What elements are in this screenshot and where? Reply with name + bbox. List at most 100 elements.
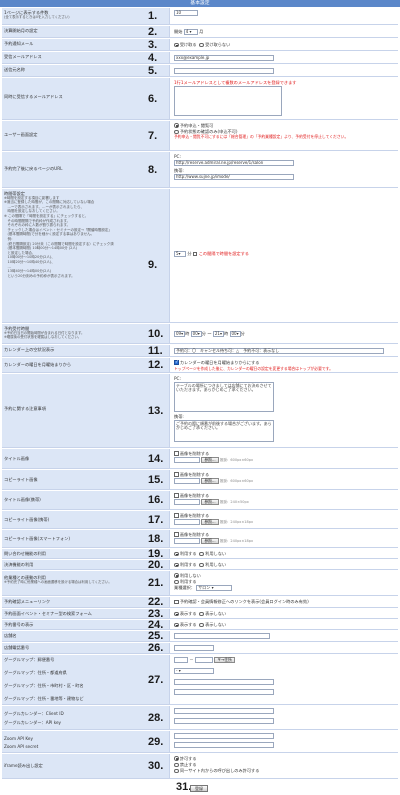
row-calendar-monday: カレンダーの曜日を月曜始まりから 12. カレンダーの曜日を月曜始まりからにする…: [2, 358, 398, 373]
google-api-key-input[interactable]: [174, 717, 274, 724]
shop-name-input[interactable]: [174, 633, 270, 639]
iframe-allow-radio[interactable]: [174, 756, 179, 761]
browse-button[interactable]: 参照...: [201, 456, 219, 463]
delete-title-image-mobile-checkbox[interactable]: [174, 493, 179, 498]
linkage-unuse-radio[interactable]: [174, 573, 179, 578]
to-minute-select[interactable]: 00▾: [229, 331, 241, 337]
annotation-number: 15.: [148, 473, 164, 486]
annotation-number: 27.: [148, 673, 164, 686]
row-notify-mail: 予約通知メール 3. 受け取る 受け取らない: [2, 39, 398, 51]
annotation-number: 1.: [148, 10, 158, 22]
search-form-show-radio[interactable]: [174, 611, 179, 617]
notice-pc-textarea[interactable]: テーブルの場所につきましては店舗にてお決めさせていただきます。あらかじめご了承く…: [174, 381, 274, 412]
row-inquiry: 問い合わせ機能の利用 19. 利用する 利用しない: [2, 548, 398, 560]
zip-second-input[interactable]: [194, 656, 213, 663]
annotation-number: 21.: [148, 577, 164, 589]
row-fiscal-start: 決算開始月の設定 2. 開始 4 ▾ 月: [2, 26, 398, 38]
zip-first-input[interactable]: [174, 656, 188, 663]
from-minute-select[interactable]: 00▾: [190, 331, 202, 337]
reservation-number-hide-radio[interactable]: [199, 622, 204, 628]
delete-copyright-image-checkbox[interactable]: [174, 472, 179, 477]
annotation-number: 24.: [148, 618, 164, 631]
user-screen-open-radio[interactable]: [174, 123, 179, 128]
inquiry-use-radio[interactable]: [174, 551, 179, 557]
city-input[interactable]: [174, 678, 274, 685]
prefecture-select[interactable]: - ▾: [174, 667, 214, 674]
shop-phone-input[interactable]: [174, 645, 214, 651]
inquiry-unuse-radio[interactable]: [199, 551, 204, 557]
annotation-number: 29.: [148, 735, 164, 748]
iframe-same-site-radio[interactable]: [174, 768, 179, 774]
browse-button[interactable]: 参照...: [201, 498, 219, 505]
reservation-number-show-radio[interactable]: [174, 622, 179, 628]
calendar-status-input[interactable]: 予約可：〇 キャンセル待ち可：△ 予約不可：表示なし: [174, 348, 384, 354]
return-url-pc-input[interactable]: http://reserve.admiral.ne.jp/reserve/1/s…: [174, 159, 294, 166]
payment-use-radio[interactable]: [174, 562, 179, 568]
user-screen-confirm-radio[interactable]: [174, 129, 179, 134]
linkage-use-radio[interactable]: [174, 579, 179, 584]
title-image-file-input[interactable]: [174, 456, 200, 463]
copyright-image-file-input[interactable]: [174, 477, 200, 484]
zoom-api-key-input[interactable]: [174, 732, 274, 739]
row-time-unit: 時間帯設定 ※時間を設定する項目に影響します ※適当に登録した時間が、この間隔に…: [2, 189, 398, 323]
browse-button[interactable]: 参照...: [201, 477, 219, 484]
notify-receive-radio[interactable]: [174, 42, 179, 48]
annotation-number: 11.: [148, 344, 163, 357]
annotation-number: 8.: [148, 163, 158, 176]
return-url-mobile-input[interactable]: http://www.sujne.jp/imode/: [174, 173, 294, 180]
annotation-number: 6.: [148, 92, 158, 105]
row-shop-phone: 店舗電話番号 26.: [2, 642, 398, 654]
annotation-number: 12.: [148, 359, 164, 371]
row-copyright-image-mobile: コピーライト画像(携帯) 17. 画像を削除する 参照... 推奨：240px×…: [2, 511, 398, 529]
annotation-number: 10.: [148, 327, 164, 340]
cc-mail-textarea[interactable]: [174, 85, 282, 116]
row-linkage: 他業種との連動の利用 ※予約完了時に他業種への画面遷移を設ける場合は利用してくださ…: [2, 571, 398, 596]
items-per-page-input[interactable]: 10: [174, 9, 198, 16]
save-button[interactable]: 登録: [190, 785, 208, 792]
delete-copyright-image-smartphone-checkbox[interactable]: [174, 532, 179, 537]
calendar-monday-checkbox[interactable]: [174, 360, 179, 365]
title-image-mobile-file-input[interactable]: [174, 498, 200, 505]
sender-name-input[interactable]: [174, 68, 274, 74]
row-confirm-menu: 予約確認メニューリンク 22. 予約確認・会員情報修正へのリンクを表示(会員ログ…: [2, 596, 398, 608]
notice-mobile-textarea[interactable]: ご予約の際に順番が前後する場合がございます。あらかじめご了承ください。: [174, 419, 274, 442]
annotation-number: 31.: [176, 781, 192, 793]
industry-select[interactable]: サロン ▾: [196, 585, 233, 591]
google-client-id-input[interactable]: [174, 707, 274, 714]
time-unit-checkbox[interactable]: [192, 251, 198, 257]
annotation-number: 13.: [148, 404, 164, 417]
annotation-number: 18.: [148, 532, 164, 545]
annotation-number: 17.: [148, 513, 164, 526]
confirm-menu-checkbox[interactable]: [174, 599, 179, 605]
browse-button[interactable]: 参照...: [201, 537, 219, 544]
row-items-per-page: 1ページに表示する件数 (全て表示するときは0を入力してください) 1. 10: [2, 8, 398, 25]
zip-to-address-button[interactable]: 〒→住所: [214, 656, 235, 663]
receive-mail-input[interactable]: xxx@example.jp: [174, 55, 274, 61]
copyright-image-mobile-file-input[interactable]: [174, 518, 200, 525]
zoom-api-secret-input[interactable]: [174, 741, 274, 748]
from-hour-select[interactable]: 09▾: [174, 331, 186, 337]
row-zoom: Zoom API Key Zoom API secret 29.: [2, 731, 398, 753]
delete-title-image-checkbox[interactable]: [174, 451, 179, 456]
annotation-number: 7.: [148, 129, 158, 142]
annotation-number: 9.: [148, 259, 158, 271]
annotation-number: 26.: [148, 642, 164, 654]
row-notice: 予約に関する注意事項 13. PC: テーブルの場所につきましては店舗にてお決め…: [2, 374, 398, 448]
annotation-number: 20.: [148, 558, 164, 571]
delete-copyright-image-mobile-checkbox[interactable]: [174, 513, 179, 518]
annotation-number: 22.: [148, 596, 164, 608]
copyright-image-smartphone-file-input[interactable]: [174, 537, 200, 544]
row-shop-name: 店舗名 25.: [2, 630, 398, 642]
time-unit-select[interactable]: 5▾: [174, 251, 186, 257]
row-iframe: iframe読み出し設定 30. 許可する 禁止する 同一サイト内からの呼び出し…: [2, 754, 398, 779]
to-hour-select[interactable]: 21▾: [212, 331, 224, 337]
fiscal-month-select[interactable]: 4 ▾: [183, 29, 198, 35]
iframe-deny-radio[interactable]: [174, 762, 179, 767]
row-sender-name: 送信元名称 5.: [2, 65, 398, 77]
browse-button[interactable]: 参照...: [201, 518, 219, 525]
annotation-number: 16.: [148, 494, 164, 506]
search-form-hide-radio[interactable]: [199, 611, 204, 617]
payment-unuse-radio[interactable]: [199, 562, 204, 568]
street-input[interactable]: [174, 688, 274, 695]
notify-refuse-radio[interactable]: [199, 42, 204, 48]
